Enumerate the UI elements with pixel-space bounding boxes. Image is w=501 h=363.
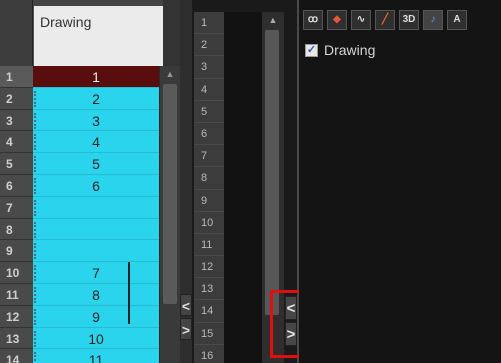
xsheet-cell[interactable]: 9 [33, 305, 159, 328]
xsheet-scrollbar[interactable]: ▲ [159, 66, 180, 363]
cell-value: 9 [92, 308, 100, 325]
timeline-frame-number[interactable]: 16 [194, 345, 224, 363]
cell-value: 7 [92, 265, 100, 282]
column-header-label: Drawing [40, 14, 92, 30]
xsheet-row-number[interactable]: 14 [0, 349, 33, 363]
cell-value: 5 [92, 156, 100, 173]
xsheet-scroll-thumb[interactable] [163, 84, 177, 304]
timeline-track-area[interactable] [224, 12, 262, 363]
cell-value: 4 [92, 134, 100, 151]
xsheet-cell[interactable]: 7 [33, 262, 159, 284]
timeline-frame-number[interactable]: 1 [194, 12, 224, 35]
xsheet-row-number[interactable]: 11 [0, 283, 33, 306]
xsheet-cell[interactable]: 1 [33, 66, 159, 88]
colour-layers-icon[interactable]: ◆ [327, 10, 347, 30]
timeline-frame-number[interactable]: 8 [194, 167, 224, 190]
onion-skin-icon[interactable]: ꝏ [303, 10, 323, 30]
xsheet-row-number[interactable]: 3 [0, 109, 33, 132]
drag-handle-icon[interactable] [34, 286, 37, 303]
cell-value: 11 [88, 352, 104, 363]
drag-handle-icon[interactable] [34, 330, 37, 347]
drag-handle-icon[interactable] [34, 221, 37, 238]
expand-right-button[interactable]: > [180, 318, 192, 340]
sound-icon[interactable]: ♪ [423, 10, 443, 30]
xsheet-row-number[interactable]: 5 [0, 153, 33, 175]
cell-value: 1 [92, 69, 100, 85]
timeline-frame-number[interactable]: 13 [194, 278, 224, 301]
drag-handle-icon[interactable] [34, 112, 37, 129]
drag-handle-icon[interactable] [34, 265, 37, 282]
drag-handle-icon[interactable] [34, 156, 37, 173]
xsheet-row-number[interactable]: 7 [0, 196, 33, 219]
cell-value: 10 [88, 330, 104, 347]
xsheet-row-numbers: 1 2 3 4 5 6 7 8 9 10 11 12 13 14 [0, 66, 33, 363]
drag-handle-icon[interactable] [34, 308, 37, 325]
timeline-scroll-thumb[interactable] [265, 30, 279, 315]
xsheet-row-number[interactable]: 9 [0, 240, 33, 263]
xsheet-row-number[interactable]: 8 [0, 218, 33, 241]
hold-exposure-line [128, 262, 130, 324]
layer-panel: ꝏ ◆ ∿ ╱ 3D ♪ A ✓ Drawing [299, 0, 501, 363]
xsheet-cell[interactable]: 5 [33, 153, 159, 175]
timeline-frame-numbers: 1 2 3 4 5 6 7 8 9 10 11 12 13 14 15 16 [194, 12, 224, 363]
curve-icon[interactable]: ∿ [351, 10, 371, 30]
scroll-up-arrow-icon[interactable]: ▲ [264, 12, 282, 28]
timeline-frame-number[interactable]: 2 [194, 34, 224, 57]
xsheet-row-number[interactable]: 13 [0, 327, 33, 350]
text-icon[interactable]: A [447, 10, 467, 30]
xsheet-row-number[interactable]: 12 [0, 305, 33, 328]
layer-name: Drawing [324, 42, 376, 58]
drag-handle-icon[interactable] [34, 177, 37, 194]
timeline-frame-number[interactable]: 11 [194, 234, 224, 257]
timeline-frame-number[interactable]: 9 [194, 190, 224, 212]
timeline-frame-number[interactable]: 5 [194, 101, 224, 123]
xsheet-corner [0, 0, 33, 66]
column-header-drawing[interactable]: Drawing [33, 6, 163, 66]
panel-gutter: < > [180, 0, 192, 363]
cell-value: 3 [92, 112, 100, 129]
timeline-frame-number[interactable]: 3 [194, 56, 224, 79]
drag-handle-icon[interactable] [34, 352, 37, 363]
cell-value: 2 [92, 90, 100, 107]
xsheet-cell[interactable]: 11 [33, 349, 159, 363]
xsheet-row-number[interactable]: 6 [0, 174, 33, 197]
xsheet-cell[interactable]: 4 [33, 131, 159, 154]
xsheet-view: Drawing 1 2 3 4 5 6 7 8 9 10 11 12 13 14 1 2 3 4 5 6 7 8 9 10 1… [0, 0, 180, 363]
xsheet-row-number[interactable]: 4 [0, 131, 33, 154]
3d-button[interactable]: 3D [399, 10, 419, 30]
xsheet-cell[interactable]: 3 [33, 109, 159, 132]
cell-value: 8 [92, 286, 100, 303]
drag-handle-icon[interactable] [34, 243, 37, 260]
xsheet-row-number[interactable]: 1 [0, 66, 33, 88]
xsheet-row-number[interactable]: 2 [0, 87, 33, 110]
timeline-frame-number[interactable]: 12 [194, 256, 224, 279]
layer-row-drawing[interactable]: ✓ Drawing [305, 40, 375, 60]
timeline-frame-number[interactable]: 6 [194, 123, 224, 146]
layer-toolbar: ꝏ ◆ ∿ ╱ 3D ♪ A [299, 10, 467, 34]
xsheet-cell[interactable] [33, 196, 159, 219]
pencil-icon[interactable]: ╱ [375, 10, 395, 30]
xsheet-cell[interactable]: 2 [33, 87, 159, 110]
xsheet-cells: 1 2 3 4 5 6 7 8 9 10 11 [33, 66, 159, 363]
xsheet-cell[interactable]: 8 [33, 283, 159, 306]
scroll-up-arrow-icon[interactable]: ▲ [161, 66, 179, 82]
drag-handle-icon[interactable] [34, 199, 37, 216]
xsheet-cell[interactable] [33, 218, 159, 241]
xsheet-row-number[interactable]: 10 [0, 262, 33, 284]
xsheet-cell[interactable] [33, 240, 159, 263]
timeline-frame-number[interactable]: 4 [194, 79, 224, 101]
cell-value: 6 [92, 177, 100, 194]
timeline-frame-number[interactable]: 7 [194, 145, 224, 168]
xsheet-cell[interactable]: 6 [33, 174, 159, 197]
drag-handle-icon[interactable] [34, 134, 37, 151]
layer-visibility-checkbox[interactable]: ✓ [305, 43, 318, 57]
timeline-frame-number[interactable]: 14 [194, 300, 224, 323]
collapse-left-button[interactable]: < [180, 294, 192, 316]
timeline-frame-number[interactable]: 15 [194, 323, 224, 345]
drag-handle-icon[interactable] [34, 90, 37, 107]
xsheet-cell[interactable]: 10 [33, 327, 159, 350]
timeline-frame-number[interactable]: 10 [194, 212, 224, 234]
